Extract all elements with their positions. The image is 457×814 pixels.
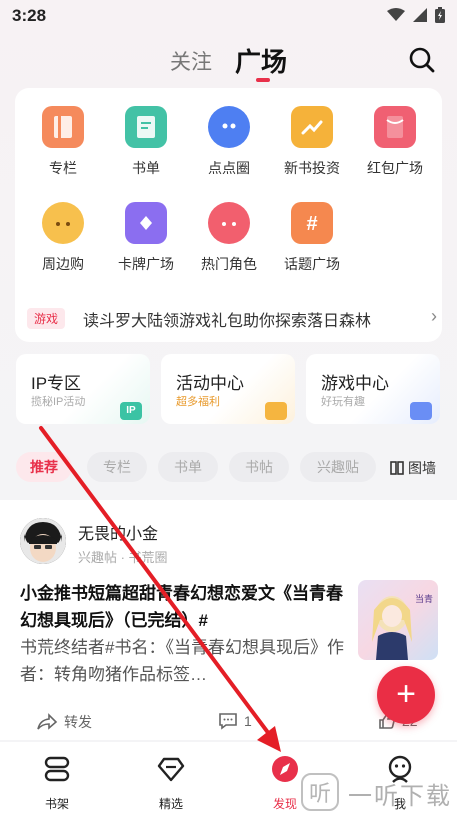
diamond-icon (157, 757, 185, 782)
feature-card: 专栏 书单 点点圈 新书投资 红包广场 周边购 卡牌广场 热门角色 # 话题广场… (15, 88, 442, 342)
feature-dot-circle[interactable]: 点点圈 (189, 106, 269, 178)
share-button[interactable]: 转发 (36, 712, 92, 732)
feature-label: 热门角色 (201, 256, 257, 272)
feature-hot-character[interactable]: 热门角色 (189, 202, 269, 274)
feature-label: 周边购 (42, 256, 84, 272)
chat-bubble-icon (208, 106, 250, 148)
thumbnail-title-text: 当青 (415, 593, 433, 605)
watermark-logo: 听 (301, 773, 339, 811)
feature-label: 卡牌广场 (118, 256, 174, 272)
svg-text:#: # (306, 213, 317, 235)
svg-text:听: 听 (309, 782, 331, 807)
grid-icon (390, 461, 404, 475)
feature-label: 点点圈 (208, 160, 250, 176)
feature-label: 话题广场 (284, 256, 340, 272)
promo-badge: 游戏 (27, 308, 66, 329)
create-post-button[interactable]: + (377, 666, 435, 724)
battery-icon (435, 7, 445, 23)
status-icons (387, 7, 445, 23)
active-tab-indicator (256, 78, 270, 82)
ip-badge-icon: IP (120, 402, 142, 420)
chip-recommend[interactable]: 推荐 (16, 452, 72, 482)
promo-text: 读斗罗大陆领游戏礼包助你探索落日森林 (83, 313, 372, 330)
status-bar: 3:28 (0, 0, 457, 32)
signal-icon (413, 8, 427, 22)
feature-merch[interactable]: 周边购 (23, 202, 103, 274)
search-icon[interactable] (406, 44, 438, 76)
chip-column[interactable]: 专栏 (87, 452, 147, 482)
cards-icon (125, 202, 167, 244)
red-packet-icon (374, 106, 416, 148)
watermark-text: 一听下载 (348, 783, 452, 810)
comment-button[interactable]: 1 (218, 712, 252, 730)
avatar[interactable] (20, 518, 66, 564)
chip-bookpost[interactable]: 书帖 (229, 452, 289, 482)
filter-chips: 推荐 专栏 书单 书帖 兴趣贴 图墙 (16, 452, 446, 482)
plus-icon: + (396, 675, 416, 713)
feature-label: 书单 (132, 160, 160, 176)
feature-red-packet[interactable]: 红包广场 (355, 106, 435, 178)
post-username[interactable]: 无畏的小金 (78, 520, 158, 544)
character-icon (208, 202, 250, 244)
column-icon (42, 106, 84, 148)
zone-activity[interactable]: 活动中心 超多福利 (161, 354, 295, 424)
feature-label: 红包广场 (367, 160, 423, 176)
nav-featured[interactable]: 精选 (141, 754, 201, 812)
grid-wall-toggle[interactable]: 图墙 (390, 458, 436, 478)
feature-column[interactable]: 专栏 (23, 106, 103, 178)
wifi-icon (387, 8, 405, 21)
feature-label: 专栏 (49, 160, 77, 176)
status-time: 3:28 (12, 6, 47, 25)
feature-label: 新书投资 (284, 160, 340, 176)
post-body: 书荒终结者#书名：《当青春幻想具现后》作者：转角吻猪作品标签… (20, 638, 344, 684)
zone-subtitle: 好玩有趣 (321, 396, 365, 408)
post-title: 小金推书短篇超甜青春幻想恋爱文《当青春幻想具现后》（已完结）# (20, 584, 343, 630)
grid-label: 图墙 (408, 460, 436, 476)
zone-game[interactable]: 游戏中心 好玩有趣 (306, 354, 440, 424)
zone-title: IP专区 (31, 374, 82, 393)
hashtag-icon: # (291, 202, 333, 244)
fox-icon (42, 202, 84, 244)
booklist-icon (125, 106, 167, 148)
chevron-right-icon: › (431, 306, 437, 326)
zone-subtitle: 揽秘IP活动 (31, 396, 86, 408)
watermark: 听 一听下载 (300, 772, 457, 812)
tab-square[interactable]: 广场 (235, 42, 287, 79)
gamepad-icon (410, 402, 432, 420)
nav-label: 精选 (158, 797, 183, 811)
share-icon (37, 713, 58, 730)
zone-title: 活动中心 (176, 374, 244, 393)
nav-label: 书架 (44, 797, 69, 811)
zone-subtitle: 超多福利 (176, 396, 220, 408)
trend-up-icon (291, 106, 333, 148)
chip-booklist[interactable]: 书单 (158, 452, 218, 482)
comment-count: 1 (244, 713, 252, 729)
post-meta: 兴趣帖 · 书荒圈 (78, 550, 168, 565)
gift-icon (265, 402, 287, 420)
feature-card-square[interactable]: 卡牌广场 (106, 202, 186, 274)
promo-banner[interactable]: 游戏 读斗罗大陆领游戏礼包助你探索落日森林 › (27, 304, 437, 332)
feature-topic-square[interactable]: # 话题广场 (272, 202, 352, 274)
header: 关注 广场 (0, 38, 457, 86)
feature-booklist[interactable]: 书单 (106, 106, 186, 178)
bookshelf-icon (44, 756, 70, 782)
chip-interest[interactable]: 兴趣贴 (300, 452, 376, 482)
compass-icon (272, 756, 298, 782)
post-thumbnail[interactable]: 当青 (358, 580, 438, 660)
zone-ip[interactable]: IP专区 揽秘IP活动 IP (16, 354, 150, 424)
nav-bookshelf[interactable]: 书架 (27, 754, 87, 812)
comment-icon (219, 713, 237, 730)
feature-newbook-invest[interactable]: 新书投资 (272, 106, 352, 178)
share-label: 转发 (64, 714, 92, 730)
tab-follow[interactable]: 关注 (170, 46, 212, 76)
zone-title: 游戏中心 (321, 374, 389, 393)
